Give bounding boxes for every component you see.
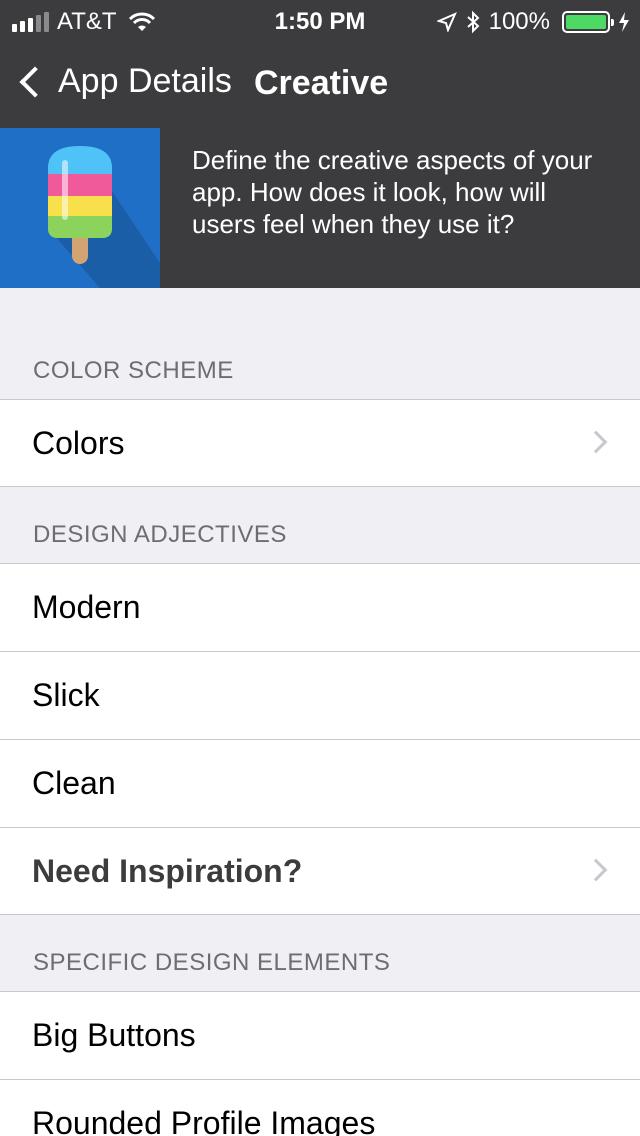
bluetooth-icon <box>466 10 480 34</box>
list-item-label: Modern <box>32 589 141 625</box>
list-item-slick[interactable]: Slick <box>0 651 640 739</box>
status-right: 100% <box>436 8 630 36</box>
list-item-rounded-profile-images[interactable]: Rounded Profile Images <box>0 1079 640 1136</box>
section-header-specific-design-elements: SPECIFIC DESIGN ELEMENTS <box>33 949 391 976</box>
back-button[interactable]: App Details <box>14 62 232 101</box>
list-item-label: Need Inspiration? <box>32 852 303 889</box>
navigation-bar: App Details Creative <box>0 40 640 128</box>
charging-icon <box>619 12 629 32</box>
list-item-label: Rounded Profile Images <box>32 1105 376 1136</box>
list-item-big-buttons[interactable]: Big Buttons <box>0 991 640 1079</box>
status-bar: AT&T 1:50 PM 100% <box>0 0 640 40</box>
chevron-right-icon <box>584 858 608 882</box>
list-item-label: Clean <box>32 765 116 801</box>
list-item-need-inspiration[interactable]: Need Inspiration? <box>0 827 640 915</box>
list-item-label: Big Buttons <box>32 1017 196 1053</box>
back-label: App Details <box>58 62 232 100</box>
list-item-label: Slick <box>32 677 100 713</box>
location-icon <box>436 12 457 32</box>
section-header-design-adjectives: DESIGN ADJECTIVES <box>33 521 287 548</box>
page-title: Creative <box>254 64 389 102</box>
battery-percent: 100% <box>488 8 550 35</box>
list-item-label: Colors <box>32 424 125 461</box>
chevron-right-icon <box>584 430 608 454</box>
battery-icon <box>562 11 614 33</box>
chevron-left-icon <box>19 65 51 98</box>
popsicle-icon <box>0 128 160 288</box>
list-item-colors[interactable]: Colors <box>0 399 640 487</box>
banner-text: Define the creative aspects of your app.… <box>192 145 593 239</box>
section-header-color-scheme: COLOR SCHEME <box>33 357 234 384</box>
list-item-modern[interactable]: Modern <box>0 563 640 651</box>
info-banner: Define the creative aspects of your app.… <box>0 128 640 288</box>
list-item-clean[interactable]: Clean <box>0 739 640 827</box>
